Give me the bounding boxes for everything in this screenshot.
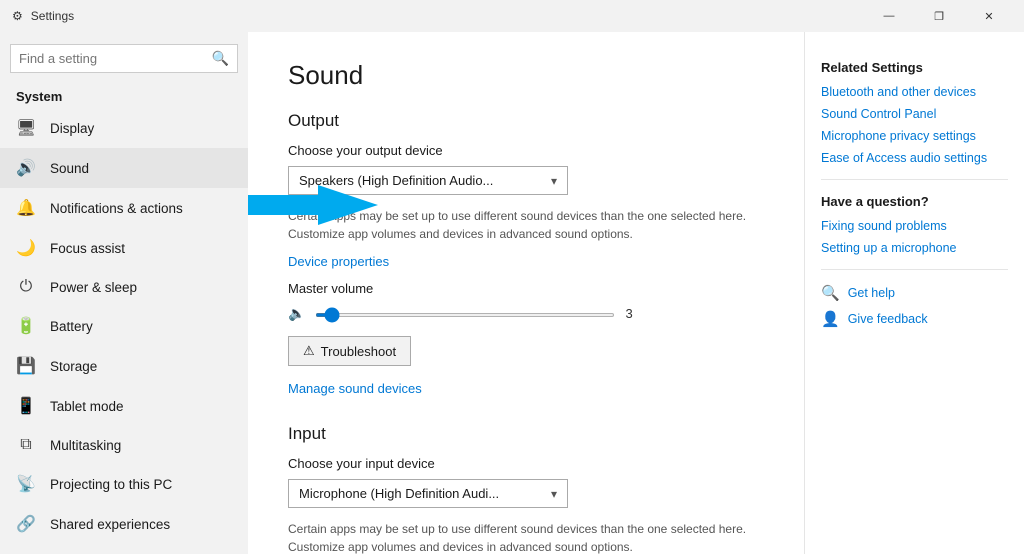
divider2 (821, 269, 1008, 270)
get-help-link[interactable]: 🔍 Get help (821, 284, 1008, 302)
manage-devices-link[interactable]: Manage sound devices (288, 381, 422, 396)
volume-value: 3 (625, 306, 645, 321)
sidebar-item-multitasking[interactable]: ⧉ Multitasking (0, 426, 248, 464)
power-icon: ⏻ (16, 278, 36, 296)
microphone-privacy-link[interactable]: Microphone privacy settings (821, 129, 1008, 143)
tablet-icon: 📱 (16, 396, 36, 416)
fixing-sound-link[interactable]: Fixing sound problems (821, 219, 1008, 233)
volume-section: Master volume 🔈 3 (288, 281, 764, 322)
bluetooth-link[interactable]: Bluetooth and other devices (821, 85, 1008, 99)
search-icon: 🔍 (212, 50, 229, 67)
volume-icon: 🔈 (288, 305, 305, 322)
input-device-select[interactable]: Microphone (High Definition Audi... ▾ (288, 479, 568, 508)
sidebar-item-label: Sound (50, 161, 89, 176)
sidebar-item-label: Multitasking (50, 438, 121, 453)
input-desc: Certain apps may be set up to use differ… (288, 520, 764, 554)
sidebar-item-display[interactable]: 🖥 Display (0, 108, 248, 148)
sidebar: 🔍 System 🖥 Display 🔊 Sound 🔔 Notificatio… (0, 32, 248, 554)
sidebar-item-label: Display (50, 121, 94, 136)
minimize-button[interactable]: — (866, 0, 912, 32)
have-a-question-title: Have a question? (821, 194, 1008, 209)
sidebar-item-power[interactable]: ⏻ Power & sleep (0, 268, 248, 306)
divider (821, 179, 1008, 180)
troubleshoot-button[interactable]: ⚠ Troubleshoot (288, 336, 411, 366)
volume-slider-container (315, 304, 615, 322)
titlebar: ⚙ Settings — ❐ ✕ (0, 0, 1024, 32)
page-title: Sound (288, 60, 764, 91)
sidebar-item-label: Projecting to this PC (50, 477, 172, 492)
titlebar-controls: — ❐ ✕ (866, 0, 1012, 32)
sidebar-item-battery[interactable]: 🔋 Battery (0, 306, 248, 346)
projecting-icon: 📡 (16, 474, 36, 494)
main-content: Sound Output Choose your output device S… (248, 32, 804, 554)
shared-icon: 🔗 (16, 514, 36, 534)
titlebar-left: ⚙ Settings (12, 9, 74, 23)
microphone-setup-link[interactable]: Setting up a microphone (821, 241, 1008, 255)
get-help-label: Get help (848, 286, 895, 300)
sidebar-item-label: Battery (50, 319, 93, 334)
output-device-select[interactable]: Speakers (High Definition Audio... ▾ (288, 166, 568, 195)
sidebar-item-label: Storage (50, 359, 97, 374)
chevron-down-icon: ▾ (551, 174, 557, 188)
chevron-down-icon: ▾ (551, 487, 557, 501)
sidebar-item-focus[interactable]: 🌙 Focus assist (0, 228, 248, 268)
sidebar-item-label: Tablet mode (50, 399, 124, 414)
display-icon: 🖥 (16, 118, 36, 138)
output-heading: Output (288, 111, 764, 131)
related-settings-title: Related Settings (821, 60, 1008, 75)
output-device-label: Choose your output device (288, 143, 764, 158)
multitasking-icon: ⧉ (16, 436, 36, 454)
notifications-icon: 🔔 (16, 198, 36, 218)
volume-row: 🔈 3 (288, 304, 764, 322)
settings-icon: ⚙ (12, 9, 23, 23)
storage-icon: 💾 (16, 356, 36, 376)
sidebar-item-notifications[interactable]: 🔔 Notifications & actions (0, 188, 248, 228)
sound-icon: 🔊 (16, 158, 36, 178)
volume-slider[interactable] (315, 313, 615, 317)
sidebar-item-storage[interactable]: 💾 Storage (0, 346, 248, 386)
close-button[interactable]: ✕ (966, 0, 1012, 32)
feedback-icon: 👤 (821, 310, 840, 328)
sidebar-item-tablet[interactable]: 📱 Tablet mode (0, 386, 248, 426)
device-properties-link[interactable]: Device properties (288, 254, 389, 269)
sidebar-item-label: Notifications & actions (50, 201, 183, 216)
app-title: Settings (31, 9, 74, 23)
input-heading: Input (288, 424, 764, 444)
battery-icon: 🔋 (16, 316, 36, 336)
sidebar-item-shared[interactable]: 🔗 Shared experiences (0, 504, 248, 544)
troubleshoot-label: Troubleshoot (321, 344, 396, 359)
app-container: 🔍 System 🖥 Display 🔊 Sound 🔔 Notificatio… (0, 32, 1024, 554)
ease-of-access-link[interactable]: Ease of Access audio settings (821, 151, 1008, 165)
search-box[interactable]: 🔍 (10, 44, 238, 73)
sidebar-item-sound[interactable]: 🔊 Sound (0, 148, 248, 188)
focus-icon: 🌙 (16, 238, 36, 258)
sound-control-panel-link[interactable]: Sound Control Panel (821, 107, 1008, 121)
warning-icon: ⚠ (303, 343, 315, 359)
maximize-button[interactable]: ❐ (916, 0, 962, 32)
give-feedback-link[interactable]: 👤 Give feedback (821, 310, 1008, 328)
right-panel: Related Settings Bluetooth and other dev… (804, 32, 1024, 554)
input-device-label: Choose your input device (288, 456, 764, 471)
volume-label: Master volume (288, 281, 764, 296)
output-device-value: Speakers (High Definition Audio... (299, 173, 493, 188)
sidebar-item-projecting[interactable]: 📡 Projecting to this PC (0, 464, 248, 504)
section-label: System (0, 83, 248, 108)
sidebar-item-label: Focus assist (50, 241, 125, 256)
search-input[interactable] (19, 51, 206, 66)
help-icon: 🔍 (821, 284, 840, 302)
output-desc: Certain apps may be set up to use differ… (288, 207, 764, 243)
sidebar-item-label: Shared experiences (50, 517, 170, 532)
input-device-value: Microphone (High Definition Audi... (299, 486, 499, 501)
give-feedback-label: Give feedback (848, 312, 928, 326)
sidebar-item-label: Power & sleep (50, 280, 137, 295)
